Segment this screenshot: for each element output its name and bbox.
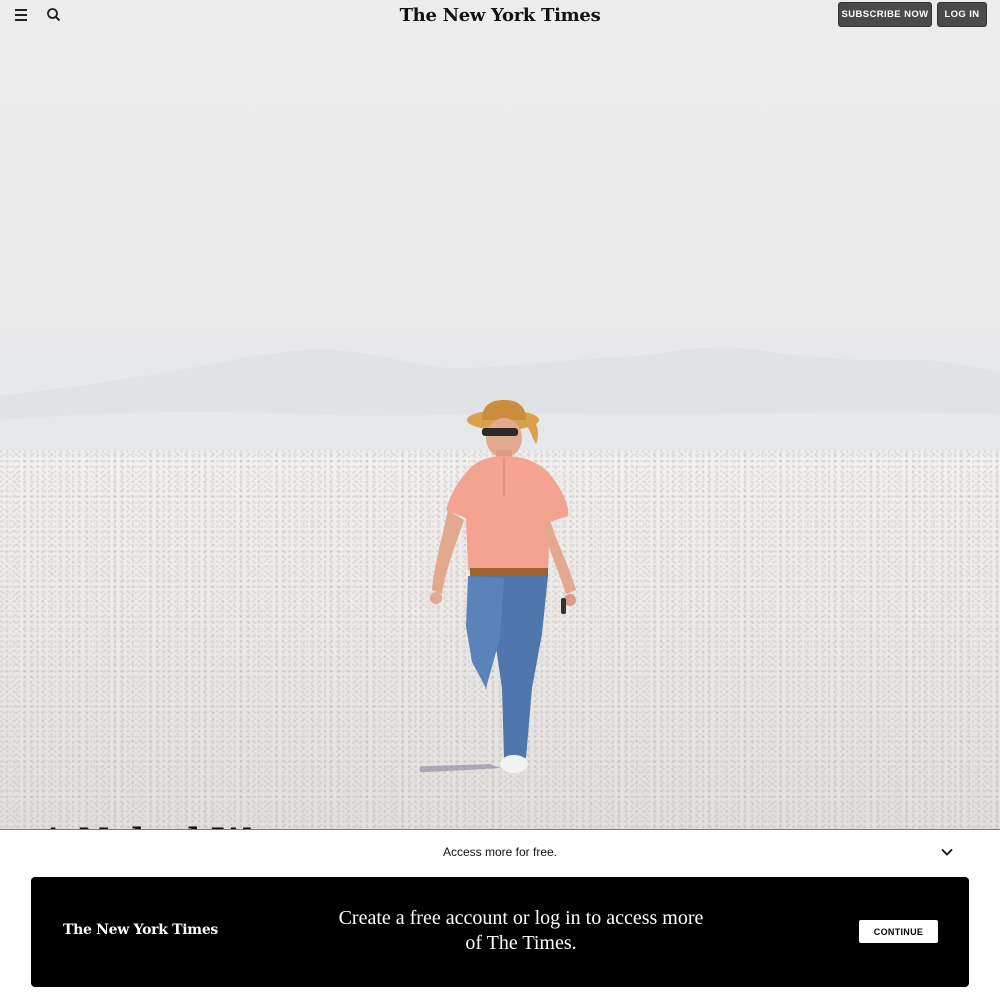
registration-overlay: Access more for free. The New York Times… (0, 829, 1000, 1000)
login-button[interactable]: LOG IN (937, 2, 987, 27)
card-nyt-logo: The New York Times (63, 922, 219, 938)
search-icon[interactable] (44, 5, 64, 25)
subscribe-button[interactable]: SUBSCRIBE NOW (838, 2, 932, 27)
access-more-text: Access more for free. (442, 845, 558, 859)
man-walking-figure (420, 400, 576, 773)
register-card: The New York Times Create a free account… (31, 877, 969, 987)
register-message: Create a free account or log in to acces… (338, 907, 704, 954)
hamburger-menu-icon[interactable] (12, 6, 32, 24)
site-header: The New York Times SUBSCRIBE NOW LOG IN (0, 0, 1000, 30)
continue-button[interactable]: CONTINUE (859, 920, 938, 943)
hero-photo (0, 0, 1000, 830)
chevron-down-icon[interactable] (938, 843, 956, 861)
